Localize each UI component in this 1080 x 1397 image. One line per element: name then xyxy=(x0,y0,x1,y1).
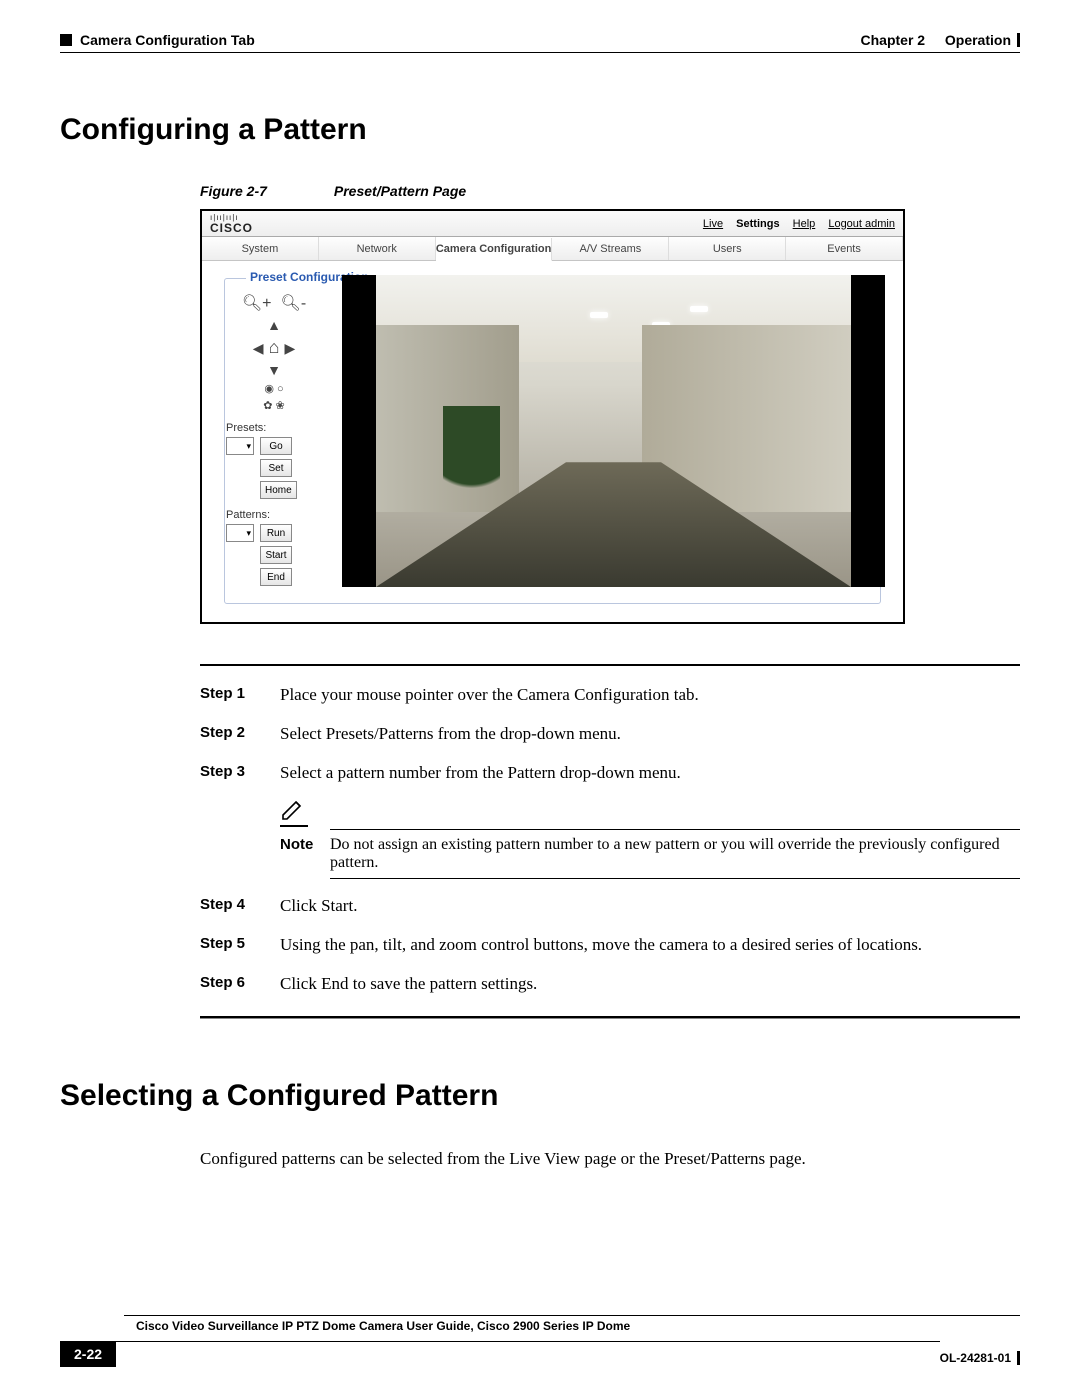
header-chapter-title: Operation xyxy=(945,32,1011,48)
patterns-run-button[interactable]: Run xyxy=(260,524,292,542)
zoom-out-icon[interactable]: 🔍︎- xyxy=(281,295,307,312)
steps-bottom-rule xyxy=(200,1016,1020,1019)
step-3: Step 3 Select a pattern number from the … xyxy=(200,762,1020,785)
arrow-down-icon[interactable]: ▼ xyxy=(267,362,281,378)
footer-docid: OL-24281-01 xyxy=(940,1351,1011,1365)
patterns-start-button[interactable]: Start xyxy=(260,546,292,564)
nav-settings[interactable]: Settings xyxy=(736,218,779,230)
header-rule xyxy=(60,52,1020,53)
section-heading-configuring: Configuring a Pattern xyxy=(60,113,1020,147)
step-2-text: Select Presets/Patterns from the drop-do… xyxy=(280,723,1020,746)
tab-users[interactable]: Users xyxy=(669,237,786,260)
presets-go-button[interactable]: Go xyxy=(260,437,292,455)
note-label: Note xyxy=(200,836,330,872)
presets-home-button[interactable]: Home xyxy=(260,481,297,499)
step-6-text: Click End to save the pattern settings. xyxy=(280,973,1020,996)
iris-close-icon[interactable]: ○ xyxy=(277,383,284,395)
step-3-text: Select a pattern number from the Pattern… xyxy=(280,762,1020,785)
page-footer: Cisco Video Surveillance IP PTZ Dome Cam… xyxy=(60,1315,1020,1367)
step-6: Step 6 Click End to save the pattern set… xyxy=(200,973,1020,996)
focus-near-icon[interactable]: ✿ xyxy=(263,400,272,412)
camera-video-view xyxy=(342,275,885,587)
ptz-control-pane: 🔍︎+ 🔍︎- ▲ ◀ ⌂ ▶ ▼ ◉ ○ ✿ ❀ Prese xyxy=(220,275,328,608)
step-2: Step 2 Select Presets/Patterns from the … xyxy=(200,723,1020,746)
page-header: Camera Configuration Tab Chapter 2 Opera… xyxy=(60,32,1020,48)
arrow-left-icon[interactable]: ◀ xyxy=(253,340,264,357)
step-6-label: Step 6 xyxy=(200,973,280,996)
iris-open-icon[interactable]: ◉ xyxy=(264,383,274,395)
cisco-logo: ı|ıı|ıı|ı CISCO xyxy=(210,214,253,234)
home-icon[interactable]: ⌂ xyxy=(269,337,280,358)
tab-av-streams[interactable]: A/V Streams xyxy=(552,237,669,260)
footer-title: Cisco Video Surveillance IP PTZ Dome Cam… xyxy=(124,1315,1020,1341)
arrow-up-icon[interactable]: ▲ xyxy=(267,317,281,333)
header-chapter: Chapter 2 xyxy=(861,32,926,48)
section2-paragraph: Configured patterns can be selected from… xyxy=(200,1149,1020,1169)
patterns-label: Patterns: xyxy=(220,509,328,521)
focus-far-icon[interactable]: ❀ xyxy=(276,400,285,412)
presets-set-button[interactable]: Set xyxy=(260,459,292,477)
footer-page-number: 2-22 xyxy=(60,1341,116,1367)
header-bar-icon xyxy=(1017,33,1020,47)
presets-dropdown[interactable]: ▾ xyxy=(226,437,254,455)
patterns-end-button[interactable]: End xyxy=(260,568,292,586)
figure-caption: Figure 2-7 Preset/Pattern Page xyxy=(200,183,1020,199)
step-5-label: Step 5 xyxy=(200,934,280,957)
tab-camera-configuration[interactable]: Camera Configuration xyxy=(436,238,553,261)
section-heading-selecting: Selecting a Configured Pattern xyxy=(60,1079,1020,1113)
tab-events[interactable]: Events xyxy=(786,237,903,260)
step-4-text: Click Start. xyxy=(280,895,1020,918)
step-4-label: Step 4 xyxy=(200,895,280,918)
steps-top-rule xyxy=(200,664,1020,666)
nav-help[interactable]: Help xyxy=(793,218,816,230)
step-1-text: Place your mouse pointer over the Camera… xyxy=(280,684,1020,707)
zoom-in-icon[interactable]: 🔍︎+ xyxy=(242,295,272,312)
arrow-right-icon[interactable]: ▶ xyxy=(285,340,296,357)
step-3-label: Step 3 xyxy=(200,762,280,785)
nav-logout[interactable]: Logout admin xyxy=(828,218,895,230)
step-1: Step 1 Place your mouse pointer over the… xyxy=(200,684,1020,707)
step-4: Step 4 Click Start. xyxy=(200,895,1020,918)
step-5-text: Using the pan, tilt, and zoom control bu… xyxy=(280,934,1020,957)
figure-label: Figure 2-7 xyxy=(200,183,330,199)
header-left-text: Camera Configuration Tab xyxy=(80,32,255,48)
tab-system[interactable]: System xyxy=(202,237,319,260)
note-text: Do not assign an existing pattern number… xyxy=(330,836,1020,872)
tab-network[interactable]: Network xyxy=(319,237,436,260)
note-block: Note Do not assign an existing pattern n… xyxy=(200,801,1020,879)
presets-label: Presets: xyxy=(220,422,328,434)
header-square-icon xyxy=(60,34,72,46)
pencil-icon xyxy=(280,801,1020,823)
figure-screenshot: ı|ıı|ıı|ı CISCO Live Settings Help Logou… xyxy=(200,209,905,624)
footer-bar-icon xyxy=(1017,1351,1020,1365)
step-2-label: Step 2 xyxy=(200,723,280,746)
nav-live[interactable]: Live xyxy=(703,218,723,230)
step-5: Step 5 Using the pan, tilt, and zoom con… xyxy=(200,934,1020,957)
step-1-label: Step 1 xyxy=(200,684,280,707)
patterns-dropdown[interactable]: ▾ xyxy=(226,524,254,542)
figure-title: Preset/Pattern Page xyxy=(334,183,466,199)
